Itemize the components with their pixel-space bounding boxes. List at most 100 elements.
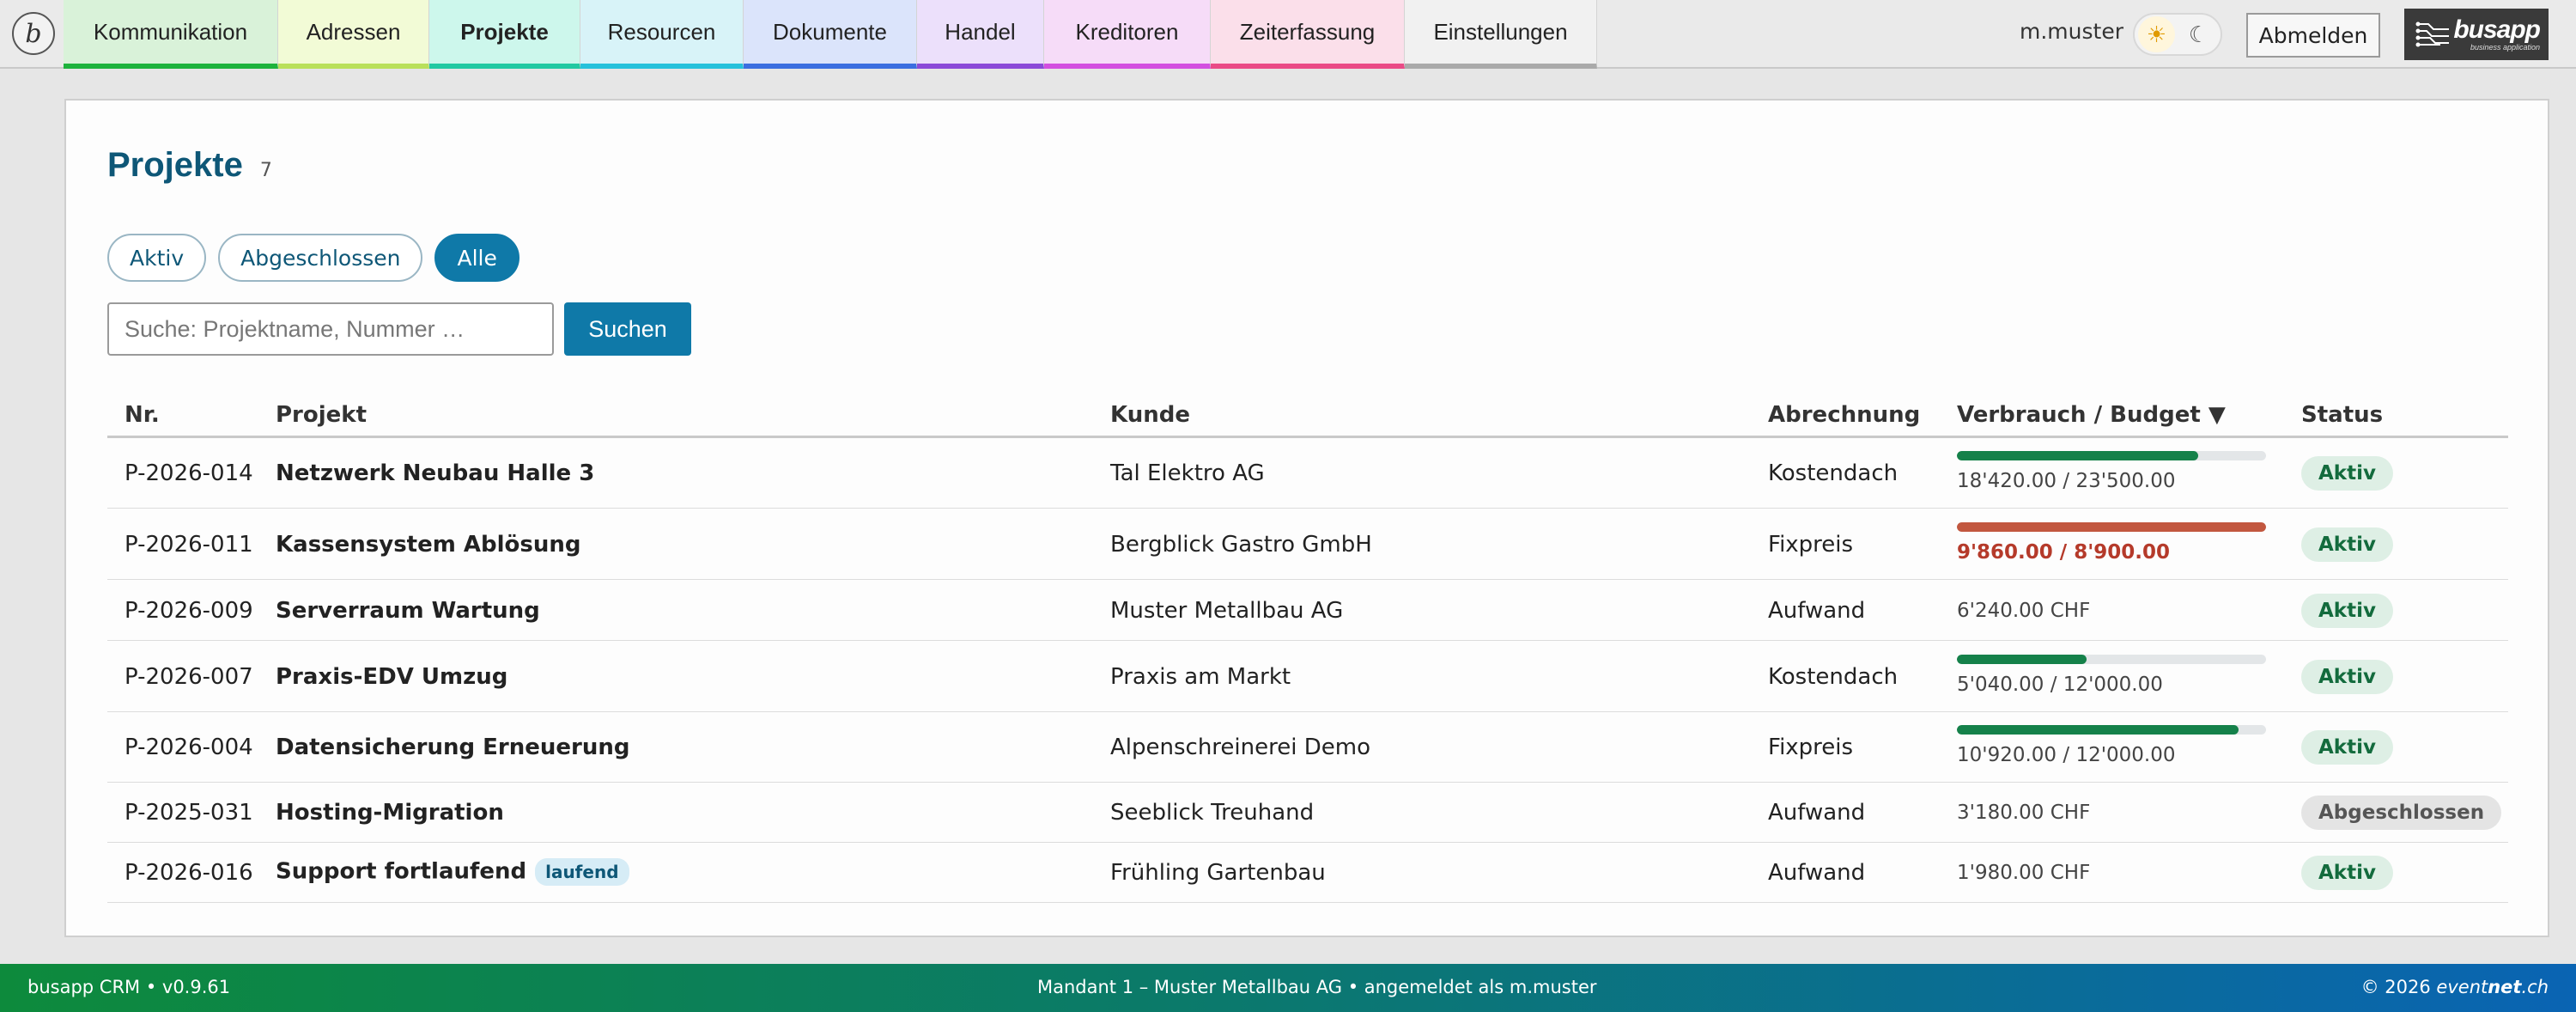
- column-header-nr[interactable]: Nr.: [125, 402, 160, 428]
- tab-adressen[interactable]: Adressen: [278, 0, 429, 69]
- tab-kreditoren[interactable]: Kreditoren: [1044, 0, 1211, 69]
- app-logo-icon[interactable]: b: [12, 12, 55, 55]
- budget-progress-bar: [1957, 654, 2266, 664]
- billing-type: Kostendach: [1768, 460, 1899, 486]
- busapp-logo: busapp business application: [2404, 9, 2549, 60]
- project-count: 7: [259, 160, 272, 181]
- usage-budget-value: 10'920.00 / 12'000.00: [1957, 744, 2176, 766]
- logout-button[interactable]: Abmelden: [2246, 13, 2380, 58]
- dark-mode-moon-icon[interactable]: ☾: [2180, 16, 2217, 52]
- status-badge: Aktiv: [2301, 659, 2393, 694]
- tab-kommunikation[interactable]: Kommunikation: [64, 0, 278, 69]
- projects-table: Nr. Projekt Kunde Abrechnung Verbrauch /…: [107, 380, 2508, 903]
- tab-dokumente[interactable]: Dokumente: [744, 0, 917, 69]
- billing-type: Fixpreis: [1768, 735, 1854, 760]
- customer-name: Tal Elektro AG: [1110, 460, 1265, 486]
- theme-toggle[interactable]: ☀ ☾: [2133, 13, 2222, 56]
- tab-einstellungen[interactable]: Einstellungen: [1405, 0, 1597, 69]
- main-tabs: Kommunikation Adressen Projekte Resourcen Do…: [64, 0, 1597, 69]
- billing-type: Fixpreis: [1768, 531, 1854, 558]
- project-number: P-2026-011: [125, 531, 253, 558]
- customer-name: Praxis am Markt: [1110, 663, 1291, 690]
- project-name-text[interactable]: Datensicherung Erneuerung: [276, 735, 629, 760]
- billing-type: Aufwand: [1768, 860, 1866, 886]
- usage-value: 3'180.00 CHF: [1957, 802, 2091, 824]
- status-badge: Aktiv: [2301, 730, 2393, 765]
- budget-progress-bar: [1957, 521, 2266, 532]
- billing-type: Kostendach: [1768, 663, 1899, 690]
- table-row[interactable]: P-2026-014 Netzwerk Neubau Halle 3 Tal Ele…: [107, 438, 2508, 509]
- project-name[interactable]: Netzwerk Neubau Halle 3: [276, 460, 594, 486]
- table-row[interactable]: P-2026-009 Serverraum Wartung Muster Metal…: [107, 580, 2508, 641]
- column-header-abrechnung[interactable]: Abrechnung: [1768, 402, 1920, 428]
- project-tag-badge: laufend: [535, 858, 629, 886]
- page-title: Projekte: [107, 146, 243, 184]
- project-number: P-2026-014: [125, 460, 253, 486]
- project-name-text[interactable]: Netzwerk Neubau Halle 3: [276, 460, 594, 486]
- column-header-kunde[interactable]: Kunde: [1110, 402, 1190, 428]
- customer-name: Seeblick Treuhand: [1110, 800, 1315, 826]
- usage-budget-value: 18'420.00 / 23'500.00: [1957, 470, 2176, 492]
- budget-progress-fill: [1957, 521, 2266, 532]
- footer: busapp CRM • v0.9.61 Mandant 1 – Muster …: [0, 964, 2576, 1012]
- status-badge: Aktiv: [2301, 527, 2393, 562]
- column-header-projekt[interactable]: Projekt: [276, 402, 367, 428]
- tab-resourcen[interactable]: Resourcen: [580, 0, 744, 69]
- tab-handel[interactable]: Handel: [917, 0, 1044, 69]
- footer-tenant-info: Mandant 1 – Muster Metallbau AG • angeme…: [1037, 977, 1597, 997]
- project-number: P-2026-016: [125, 860, 253, 886]
- project-number: P-2026-007: [125, 663, 253, 690]
- table-header: Nr. Projekt Kunde Abrechnung Verbrauch /…: [107, 380, 2508, 438]
- customer-name: Frühling Gartenbau: [1110, 860, 1326, 886]
- table-row[interactable]: P-2026-007 Praxis-EDV Umzug Praxis am Mark…: [107, 641, 2508, 712]
- filter-alle[interactable]: Alle: [434, 234, 519, 282]
- table-row[interactable]: P-2026-011 Kassensystem Ablösung Bergblick…: [107, 509, 2508, 580]
- table-body: P-2026-014 Netzwerk Neubau Halle 3 Tal Ele…: [107, 438, 2508, 903]
- projects-panel: Projekte 7 AktivAbgeschlossenAlle Suchen…: [64, 99, 2549, 937]
- project-number: P-2026-004: [125, 735, 253, 760]
- customer-name: Muster Metallbau AG: [1110, 597, 1344, 624]
- usage-value: 6'240.00 CHF: [1957, 599, 2091, 622]
- project-name-text[interactable]: Serverraum Wartung: [276, 598, 540, 624]
- project-name-text[interactable]: Praxis-EDV Umzug: [276, 664, 507, 690]
- footer-copyright[interactable]: © 2026 eventnet.ch: [2361, 977, 2549, 997]
- light-mode-sun-icon[interactable]: ☀: [2138, 16, 2175, 52]
- project-name[interactable]: Serverraum Wartung: [276, 598, 540, 624]
- budget-progress-fill: [1957, 451, 2198, 460]
- brand-tagline: business application: [2470, 43, 2540, 52]
- customer-name: Alpenschreinerei Demo: [1110, 735, 1370, 760]
- table-row[interactable]: P-2026-004 Datensicherung Erneuerung Alpen…: [107, 712, 2508, 783]
- top-navigation-bar: b Kommunikation Adressen Projekte Resourcen…: [0, 0, 2576, 69]
- project-name-text[interactable]: Support fortlaufend: [276, 859, 526, 885]
- billing-type: Aufwand: [1768, 800, 1866, 826]
- budget-progress-bar: [1957, 725, 2266, 735]
- tab-zeiterfassung[interactable]: Zeiterfassung: [1211, 0, 1405, 69]
- project-name[interactable]: Support fortlaufend laufend: [276, 858, 629, 886]
- usage-budget-value: 9'860.00 / 8'900.00: [1957, 540, 2171, 564]
- column-header-status[interactable]: Status: [2301, 402, 2383, 428]
- project-name[interactable]: Hosting-Migration: [276, 800, 504, 826]
- budget-progress-bar: [1957, 451, 2266, 460]
- project-name-text[interactable]: Hosting-Migration: [276, 800, 504, 826]
- search-input[interactable]: [107, 302, 554, 356]
- filter-abgeschlossen[interactable]: Abgeschlossen: [218, 234, 423, 282]
- project-number: P-2025-031: [125, 800, 253, 826]
- filter-aktiv[interactable]: Aktiv: [107, 234, 207, 282]
- table-row[interactable]: P-2026-016 Support fortlaufend laufend Früh…: [107, 843, 2508, 903]
- status-filter-group: Aktiv Abgeschlossen Alle: [107, 234, 519, 282]
- column-header-verbrauch-budget[interactable]: Verbrauch / Budget ▼: [1957, 402, 2226, 428]
- usage-budget-value: 5'040.00 / 12'000.00: [1957, 673, 2163, 696]
- table-row[interactable]: P-2025-031 Hosting-Migration Seeblick Treu…: [107, 783, 2508, 843]
- project-name[interactable]: Kassensystem Ablösung: [276, 532, 581, 558]
- project-name[interactable]: Praxis-EDV Umzug: [276, 664, 507, 690]
- current-user-name: m.muster: [2020, 19, 2123, 44]
- status-badge: Aktiv: [2301, 856, 2393, 890]
- budget-progress-fill: [1957, 725, 2239, 735]
- circuit-logo-icon: [2415, 21, 2449, 47]
- project-name[interactable]: Datensicherung Erneuerung: [276, 735, 629, 760]
- customer-name: Bergblick Gastro GmbH: [1110, 531, 1372, 558]
- project-name-text[interactable]: Kassensystem Ablösung: [276, 532, 581, 558]
- tab-projekte[interactable]: Projekte: [429, 0, 580, 69]
- search-button[interactable]: Suchen: [564, 302, 691, 356]
- usage-value: 1'980.00 CHF: [1957, 862, 2091, 884]
